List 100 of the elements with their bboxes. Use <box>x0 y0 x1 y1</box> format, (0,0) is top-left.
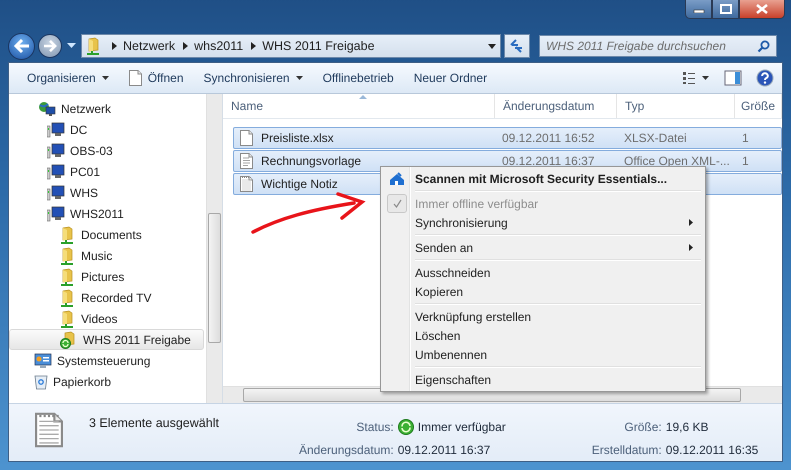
menu-item[interactable]: Kopieren <box>383 282 703 301</box>
preview-pane-button[interactable] <box>722 68 744 88</box>
dropdown-arrow-icon <box>102 76 109 80</box>
tree-item[interactable]: WHS <box>9 182 204 203</box>
table-cell: 1 <box>742 154 749 168</box>
close-button[interactable] <box>739 0 785 19</box>
control-panel-icon <box>34 352 52 368</box>
tree-item[interactable]: Netzwerk <box>9 98 204 119</box>
help-icon <box>756 69 774 87</box>
sync-icon <box>398 418 414 434</box>
property-label: Größe: <box>623 420 662 434</box>
table-cell: Office Open XML-... <box>624 154 730 168</box>
tree-item[interactable]: OBS-03 <box>9 140 204 161</box>
menu-item[interactable]: Synchronisierung <box>383 213 703 232</box>
tree-item[interactable]: Papierkorb <box>9 371 204 392</box>
column-header[interactable]: Größe <box>735 94 782 118</box>
list-view-icon <box>682 71 710 85</box>
tree-item[interactable]: WHS 2011 Freigabe <box>9 329 204 350</box>
tree-item[interactable]: WHS2011 <box>9 203 204 224</box>
property-label: Erstelldatum: <box>592 442 662 456</box>
view-options-button[interactable] <box>680 69 712 87</box>
selection-summary: 3 Elemente ausgewählt <box>89 416 220 430</box>
close-icon <box>755 4 769 14</box>
back-arrow-icon <box>14 39 30 53</box>
preview-pane-icon <box>724 70 742 86</box>
property-label: Status: <box>355 420 394 434</box>
menu-item[interactable]: Ausschneiden <box>383 263 703 282</box>
maximize-icon <box>720 4 732 14</box>
tree-item[interactable]: Systemsteuerung <box>9 350 204 371</box>
forward-button[interactable] <box>38 34 62 58</box>
shared-folder-icon <box>86 37 102 55</box>
menu-item[interactable]: Scannen mit Microsoft Security Essentials... <box>383 169 703 188</box>
breadcrumb-item[interactable]: WHS 2011 Freigabe <box>262 39 375 53</box>
table-cell: 1 <box>742 131 749 145</box>
help-button[interactable] <box>754 67 776 89</box>
vertical-scrollbar[interactable] <box>206 94 222 403</box>
document-icon <box>240 153 253 169</box>
shield-house-icon <box>389 172 405 186</box>
toolbar-button[interactable]: Organisieren <box>19 66 117 90</box>
network-icon <box>38 100 56 116</box>
sort-arrow-icon <box>359 95 367 99</box>
search-field[interactable]: WHS 2011 Freigabe durchsuchen <box>539 35 777 57</box>
dropdown-arrow-icon <box>296 76 303 80</box>
tree-item[interactable]: PC01 <box>9 161 204 182</box>
file-icon <box>240 130 253 146</box>
recycle-bin-icon <box>34 374 48 390</box>
computer-icon <box>47 184 65 200</box>
shared-folder-icon <box>60 226 76 244</box>
chevron-icon[interactable] <box>183 42 188 50</box>
dropdown-arrow-icon[interactable] <box>67 43 76 49</box>
column-header[interactable]: Name <box>223 94 495 118</box>
tree-item[interactable]: Documents <box>9 224 204 245</box>
refresh-button[interactable] <box>504 34 530 58</box>
text-file-icon <box>240 176 253 192</box>
tree-item[interactable]: Recorded TV <box>9 287 204 308</box>
property-value: 19,6 KB <box>666 420 708 434</box>
maximize-button[interactable] <box>712 0 739 19</box>
property-value: 09.12.2011 16:37 <box>398 442 490 456</box>
minimize-button[interactable] <box>685 0 712 19</box>
chevron-icon[interactable] <box>112 42 117 50</box>
computer-icon <box>47 206 65 222</box>
chevron-icon[interactable] <box>251 42 256 50</box>
toolbar-button[interactable]: Öffnen <box>120 66 192 90</box>
shared-folder-icon <box>60 310 76 328</box>
tree-item[interactable]: Pictures <box>9 266 204 287</box>
menu-item[interactable]: Senden an <box>383 238 703 257</box>
breadcrumb-item[interactable]: Netzwerk <box>123 39 176 53</box>
forward-arrow-icon <box>43 40 57 52</box>
shared-folder-icon <box>60 246 76 264</box>
file-row[interactable]: Preisliste.xlsx 09.12.2011 16:52 XLSX-Datei 1 <box>233 127 782 149</box>
refresh-icon <box>509 39 525 53</box>
shared-folder-icon <box>60 288 76 306</box>
breadcrumb-item[interactable]: whs2011 <box>194 39 244 53</box>
shared-folder-icon <box>60 268 76 286</box>
toolbar-button[interactable]: Offlinebetrieb <box>314 66 402 90</box>
tree-item[interactable]: Videos <box>9 308 204 329</box>
tree-item[interactable]: DC <box>9 119 204 140</box>
table-cell: XLSX-Datei <box>624 131 687 145</box>
tree-item[interactable]: Music <box>9 245 204 266</box>
submenu-arrow-icon <box>689 244 693 251</box>
text-file-icon <box>35 412 63 448</box>
file-name: Wichtige Notiz <box>261 177 338 191</box>
toolbar-button[interactable]: Synchronisieren <box>196 66 311 90</box>
menu-item[interactable]: Löschen <box>383 326 703 345</box>
toolbar-button[interactable]: Neuer Ordner <box>406 66 496 90</box>
address-bar[interactable]: Netzwerk whs2011 WHS 2011 Freigabe <box>81 34 501 58</box>
menu-item[interactable]: Umbenennen <box>383 345 703 364</box>
menu-item[interactable]: Eigenschaften <box>383 370 703 389</box>
file-icon <box>128 70 142 86</box>
file-name: Rechnungsvorlage <box>261 154 362 168</box>
table-cell: 09.12.2011 16:37 <box>502 154 595 168</box>
property-value: Immer verfügbar <box>418 420 506 434</box>
menu-item[interactable]: Verknüpfung erstellen <box>383 307 703 326</box>
dropdown-arrow-icon[interactable] <box>488 44 496 48</box>
computer-icon <box>47 142 65 158</box>
column-header[interactable]: Typ <box>617 94 735 118</box>
column-header[interactable]: Änderungsdatum <box>495 94 617 118</box>
submenu-arrow-icon <box>689 219 693 226</box>
computer-icon <box>47 164 65 180</box>
back-button[interactable] <box>8 32 35 60</box>
